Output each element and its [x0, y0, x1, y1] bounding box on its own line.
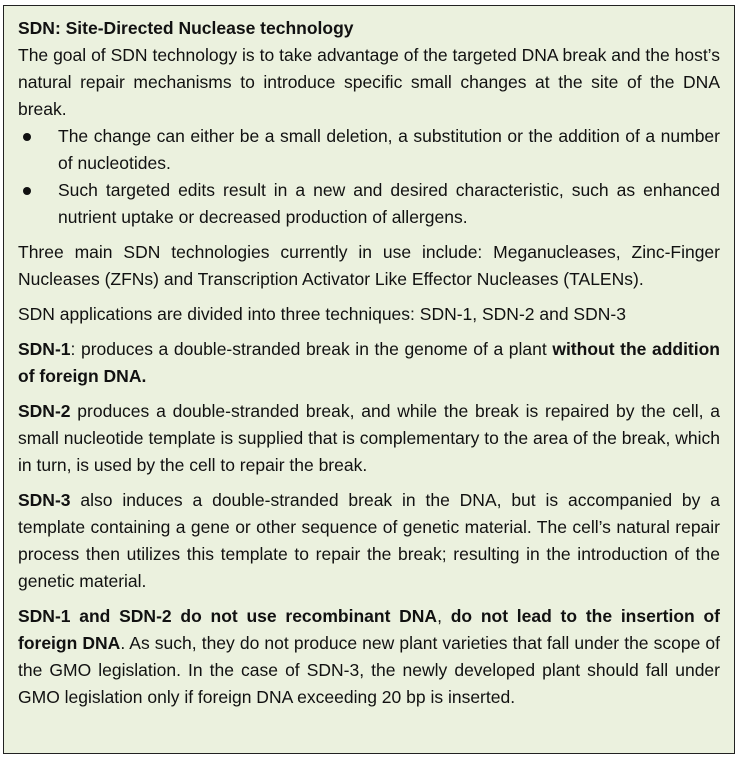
sdn3-label: SDN-3: [18, 490, 71, 510]
sdn3-text: also induces a double-stranded break in …: [18, 490, 720, 591]
sdn1-paragraph: SDN-1: produces a double-stranded break …: [18, 336, 720, 390]
conclusion-bold-1: SDN-1 and SDN-2 do not use recombinant D…: [18, 606, 438, 626]
sdn2-paragraph: SDN-2 produces a double-stranded break, …: [18, 398, 720, 479]
sdn3-paragraph: SDN-3 also induces a double-stranded bre…: [18, 487, 720, 595]
applications-paragraph: SDN applications are divided into three …: [18, 304, 626, 324]
conclusion-sep: ,: [437, 606, 451, 626]
bullet-text: Such targeted edits result in a new and …: [58, 180, 720, 227]
sdn2-text: produces a double-stranded break, and wh…: [18, 401, 720, 475]
bullet-icon: [23, 133, 31, 141]
sdn1-label: SDN-1: [18, 339, 71, 359]
sdn-info-box: SDN: Site-Directed Nuclease technology T…: [3, 5, 735, 754]
bullet-item: The change can either be a small deletio…: [18, 123, 720, 177]
intro-paragraph: The goal of SDN technology is to take ad…: [18, 45, 720, 119]
conclusion-paragraph: SDN-1 and SDN-2 do not use recombinant D…: [18, 603, 720, 711]
conclusion-text: . As such, they do not produce new plant…: [18, 633, 721, 707]
bullet-text: The change can either be a small deletio…: [58, 126, 720, 173]
technologies-paragraph: Three main SDN technologies currently in…: [18, 242, 720, 289]
sdn1-text: : produces a double-stranded break in th…: [70, 339, 553, 359]
box-title: SDN: Site-Directed Nuclease technology: [18, 18, 354, 38]
bullet-list: The change can either be a small deletio…: [18, 123, 720, 231]
bullet-icon: [23, 187, 31, 195]
sdn2-label: SDN-2: [18, 401, 71, 421]
bullet-item: Such targeted edits result in a new and …: [18, 177, 720, 231]
